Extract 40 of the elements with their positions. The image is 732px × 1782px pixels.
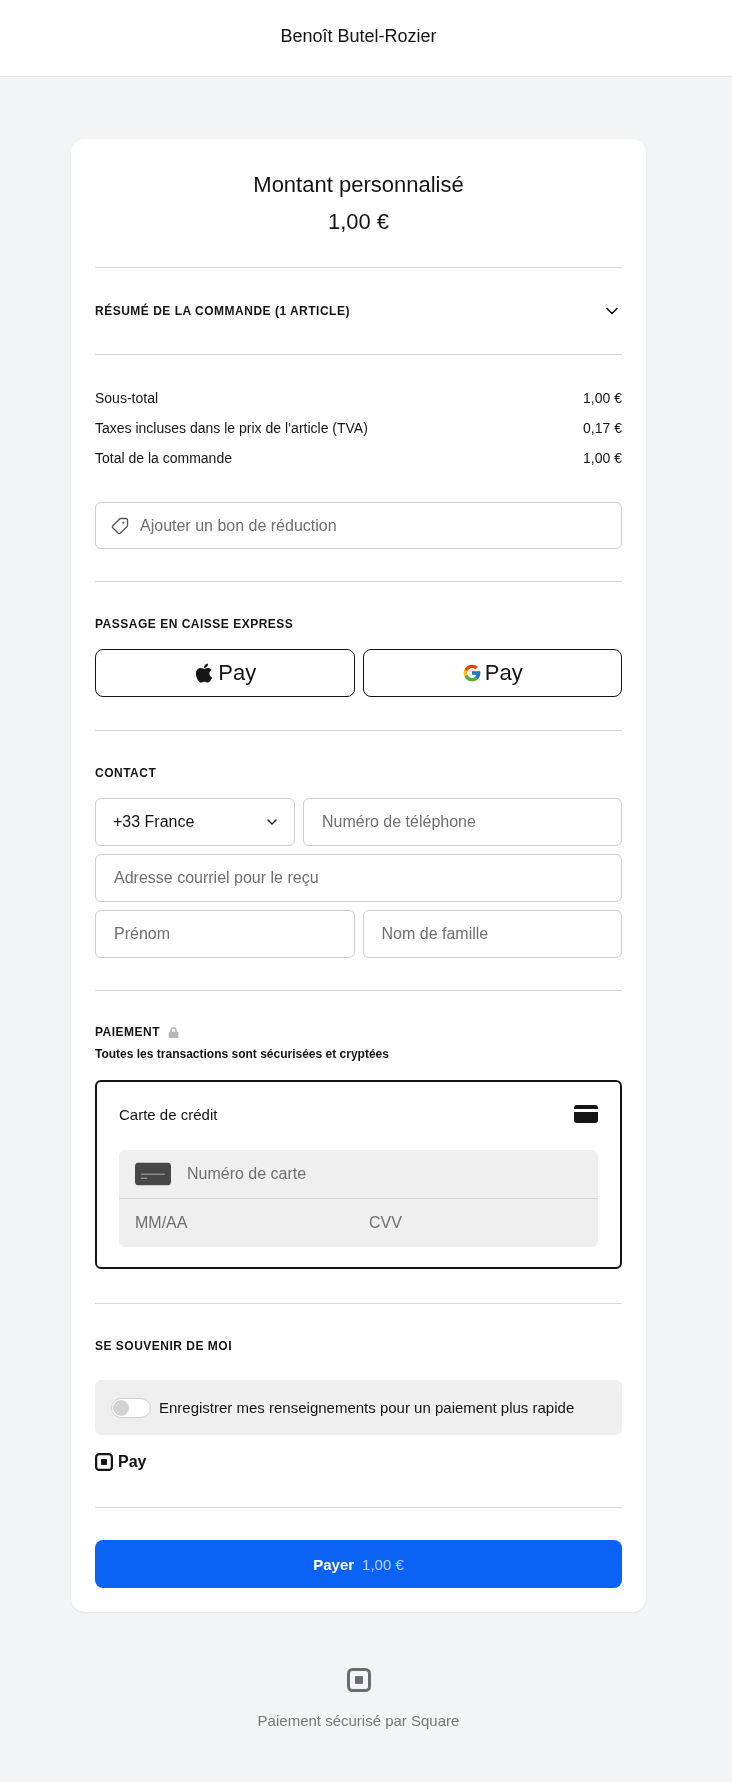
section-heading: SE SOUVENIR DE MOI: [95, 1338, 233, 1354]
country-code-select[interactable]: +33 France: [95, 798, 295, 846]
section-heading: PASSAGE EN CAISSE EXPRESS: [95, 616, 294, 632]
credit-card-icon: [574, 1105, 598, 1123]
square-logo-icon: [346, 1668, 371, 1692]
express-pay-button[interactable]: Pay: [95, 649, 355, 697]
square-logo-icon: [95, 1453, 113, 1471]
phone-field[interactable]: Numéro de téléphone: [303, 798, 622, 846]
summary-value: 0,17 €: [583, 420, 622, 436]
card-icon: [135, 1162, 171, 1186]
last-name-field[interactable]: Nom de famille: [362, 910, 622, 958]
summary-label: Total de la commande: [95, 450, 232, 466]
expiry-field[interactable]: MM/AA: [119, 1199, 353, 1247]
remember-me-label: Enregistrer mes renseignements pour un paiement plus rapide: [159, 1399, 575, 1416]
pay-button[interactable]: Payer 1,00 €: [95, 1540, 622, 1588]
item-title: Montant personnalisé: [253, 171, 464, 199]
cvv-field[interactable]: CVV: [353, 1199, 598, 1247]
pay-brand-label: Pay: [118, 1453, 147, 1471]
tag-icon: [111, 516, 129, 535]
card-number-field[interactable]: Numéro de carte: [119, 1150, 598, 1198]
section-heading: CONTACT: [95, 765, 157, 781]
toggle-switch[interactable]: [111, 1397, 151, 1418]
order-summary-toggle[interactable]: RÉSUMÉ DE LA COMMANDE (1 ARTICLE): [95, 268, 622, 354]
payment-method-label: Carte de crédit: [119, 1105, 218, 1123]
footer-text: Paiement sécurisé par Square: [257, 1712, 460, 1729]
credit-card-option[interactable]: Carte de crédit Numéro de carte MM/AA CVV: [95, 1080, 622, 1269]
first-name-field[interactable]: Prénom: [95, 910, 355, 958]
merchant-name: Benoît Butel-Rozier: [280, 24, 437, 48]
security-note: Toutes les transactions sont sécurisées et cryptées: [95, 1046, 389, 1062]
summary-label: Sous-total: [95, 390, 159, 406]
express-pay-button[interactable]: Pay: [362, 649, 622, 697]
coupon-field[interactable]: Ajouter un bon de réduction: [95, 502, 622, 549]
email-field[interactable]: Adresse courriel pour le reçu: [95, 854, 622, 902]
summary-label: Taxes incluses dans le prix de l’article (TVA): [95, 420, 368, 436]
google-g-icon: [461, 663, 482, 683]
lock-icon: [168, 1026, 180, 1038]
summary-value: 1,00 €: [583, 450, 622, 466]
summary-value: 1,00 €: [583, 390, 622, 406]
section-heading: PAIEMENT: [95, 1024, 161, 1040]
item-amount: 1,00 €: [327, 208, 390, 236]
